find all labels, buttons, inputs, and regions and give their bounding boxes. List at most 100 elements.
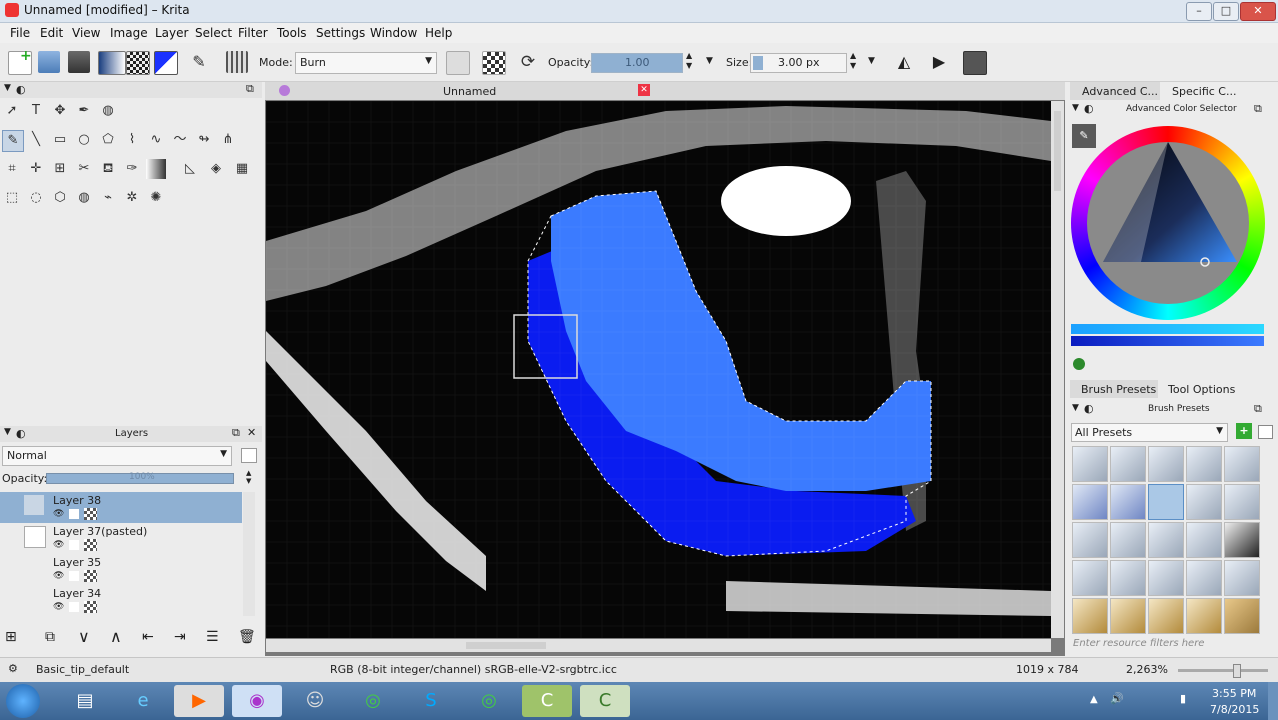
measure-tool-icon[interactable]: ✂ [74, 159, 94, 179]
freehand-path-tool-icon[interactable]: 〜 [170, 130, 190, 150]
color-triangle[interactable] [1071, 126, 1265, 320]
krita-taskbar-icon[interactable]: ◉ [232, 685, 282, 717]
close-tab-icon[interactable]: ✕ [638, 84, 650, 96]
polygon-tool-icon[interactable]: ⬠ [98, 130, 118, 150]
brush-preset-item[interactable] [1224, 484, 1260, 520]
zoom-slider[interactable] [1178, 664, 1268, 678]
multibrush-tool-icon[interactable]: ⋔ [218, 130, 238, 150]
chevron-down-icon[interactable]: ▼ [868, 56, 875, 66]
brush-preset-item[interactable] [1072, 560, 1108, 596]
workspace-chooser-icon[interactable] [963, 51, 987, 75]
layer-row[interactable]: Layer 38 👁 [0, 492, 242, 523]
delete-layer-icon[interactable]: 🗑 [238, 629, 256, 645]
brush-preset-item[interactable] [1110, 560, 1146, 596]
brush-preset-item[interactable] [1224, 598, 1260, 634]
menu-select[interactable]: Select [195, 26, 232, 40]
outline-select-tool-icon[interactable]: ◍ [74, 188, 94, 208]
layer-opacity-slider[interactable]: 100% [46, 472, 234, 484]
lock-icon[interactable] [69, 540, 79, 550]
hue-slider[interactable] [1071, 324, 1264, 334]
menu-file[interactable]: File [10, 26, 30, 40]
minimize-button[interactable]: – [1186, 2, 1212, 21]
preset-view-icon[interactable] [1258, 425, 1273, 439]
add-layer-icon[interactable]: ⊞ [5, 629, 17, 645]
blend-mode-select[interactable]: Burn ▼ [295, 52, 437, 74]
polygon-select-tool-icon[interactable]: ⬡ [50, 188, 70, 208]
brush-preset-item[interactable] [1186, 598, 1222, 634]
indent-layer-icon[interactable]: ⇤ [142, 629, 154, 645]
taskbar-date[interactable]: 7/8/2015 [1210, 703, 1259, 716]
color-picker-tool-icon[interactable]: ✑ [122, 159, 142, 179]
layer-row[interactable]: Layer 35 👁 [0, 554, 242, 585]
gimp-taskbar-icon[interactable]: ☺ [290, 685, 340, 717]
perspective-grid-tool-icon[interactable]: ◈ [206, 159, 226, 179]
duplicate-layer-icon[interactable]: ⧉ [45, 629, 55, 645]
tab-tool-options[interactable]: Tool Options [1160, 380, 1260, 398]
lock-icon[interactable]: ◐ [16, 83, 26, 96]
brush-preset-item[interactable] [1072, 446, 1108, 482]
skype-taskbar-icon[interactable]: S [406, 685, 456, 717]
menu-settings[interactable]: Settings [316, 26, 365, 40]
move-layer-down-icon[interactable]: ∨ [78, 627, 90, 646]
zoom-slider-handle[interactable] [1233, 664, 1241, 678]
mirror-vertical-icon[interactable]: ▶ [928, 51, 950, 73]
tray-chevron-icon[interactable]: ▲ [1090, 694, 1098, 705]
brush-preset-item[interactable] [1224, 446, 1260, 482]
stepper-icon[interactable]: ▲ ▼ [686, 51, 692, 71]
menu-layer[interactable]: Layer [155, 26, 188, 40]
canvas-h-scrollbar[interactable] [266, 639, 1051, 652]
size-slider[interactable]: 3.00 px [750, 53, 847, 73]
brush-preset-item[interactable] [1110, 598, 1146, 634]
transform-tool-icon[interactable]: ⊞ [50, 159, 70, 179]
assistant-tool-icon[interactable]: ◺ [180, 159, 200, 179]
layer-row[interactable]: Layer 37(pasted) 👁 [0, 523, 242, 554]
gradient-selector-icon[interactable] [98, 51, 126, 75]
brush-preset-item[interactable] [1110, 446, 1146, 482]
float-icon[interactable]: ⧉ [1254, 102, 1262, 116]
alpha-lock-icon[interactable] [84, 570, 97, 582]
brush-preset-item[interactable] [1186, 484, 1222, 520]
tab-brush-presets[interactable]: Brush Presets [1070, 380, 1158, 398]
menu-filter[interactable]: Filter [238, 26, 268, 40]
move-layer-up-icon[interactable]: ∧ [110, 627, 122, 646]
drawing-canvas[interactable] [266, 101, 1051, 638]
brush-preset-icon[interactable]: ✎ [188, 51, 210, 73]
brush-preset-item[interactable] [1072, 484, 1108, 520]
scroll-thumb[interactable] [1054, 111, 1061, 191]
canvas-tab[interactable]: Unnamed ✕ [265, 82, 1065, 100]
gradient-tool-icon[interactable]: ◍ [98, 101, 118, 121]
stepper-icon[interactable]: ▲ ▼ [850, 51, 856, 71]
stepper-icon[interactable]: ▲ ▼ [246, 469, 251, 485]
fill-tool-icon[interactable]: ⛾ [98, 159, 118, 179]
pixel-artwork[interactable] [266, 101, 1051, 638]
chevron-down-icon[interactable]: ▼ [1072, 403, 1079, 413]
visibility-icon[interactable]: 👁 [53, 602, 64, 612]
brush-preset-item[interactable] [1224, 560, 1260, 596]
layer-properties-icon[interactable]: ☰ [206, 629, 219, 645]
close-icon[interactable]: ✕ [247, 426, 256, 439]
crop-tool-icon[interactable]: ⌗ [2, 159, 22, 179]
chevron-down-icon[interactable]: ▼ [4, 427, 11, 437]
gradient-fill-tool-icon[interactable] [146, 159, 166, 179]
lightness-slider[interactable] [1071, 336, 1264, 346]
resource-filter-input[interactable]: Enter resource filters here [1071, 638, 1267, 652]
brush-preset-item[interactable] [1186, 560, 1222, 596]
open-document-icon[interactable] [38, 51, 60, 73]
brush-preset-item-selected[interactable] [1148, 484, 1184, 520]
brush-preset-item[interactable] [1186, 446, 1222, 482]
layer-blend-mode-select[interactable]: Normal ▼ [2, 446, 232, 466]
freehand-brush-tool-icon[interactable]: ✎ [2, 130, 24, 152]
mirror-horizontal-icon[interactable]: ◭ [893, 51, 915, 73]
float-icon[interactable]: ⧉ [232, 426, 240, 440]
layers-scrollbar[interactable] [243, 492, 255, 616]
dynamic-brush-tool-icon[interactable]: ↬ [194, 130, 214, 150]
similar-select-tool-icon[interactable]: ✲ [122, 188, 142, 208]
contiguous-select-tool-icon[interactable]: ⌁ [98, 188, 118, 208]
visibility-icon[interactable]: 👁 [53, 509, 64, 519]
lock-icon[interactable] [69, 602, 79, 612]
preserve-alpha-icon[interactable] [482, 51, 506, 75]
float-icon[interactable]: ⧉ [246, 82, 254, 96]
chrome-taskbar-icon[interactable]: ◎ [348, 685, 398, 717]
brush-preset-item[interactable] [1148, 560, 1184, 596]
alpha-lock-icon[interactable] [84, 539, 97, 551]
